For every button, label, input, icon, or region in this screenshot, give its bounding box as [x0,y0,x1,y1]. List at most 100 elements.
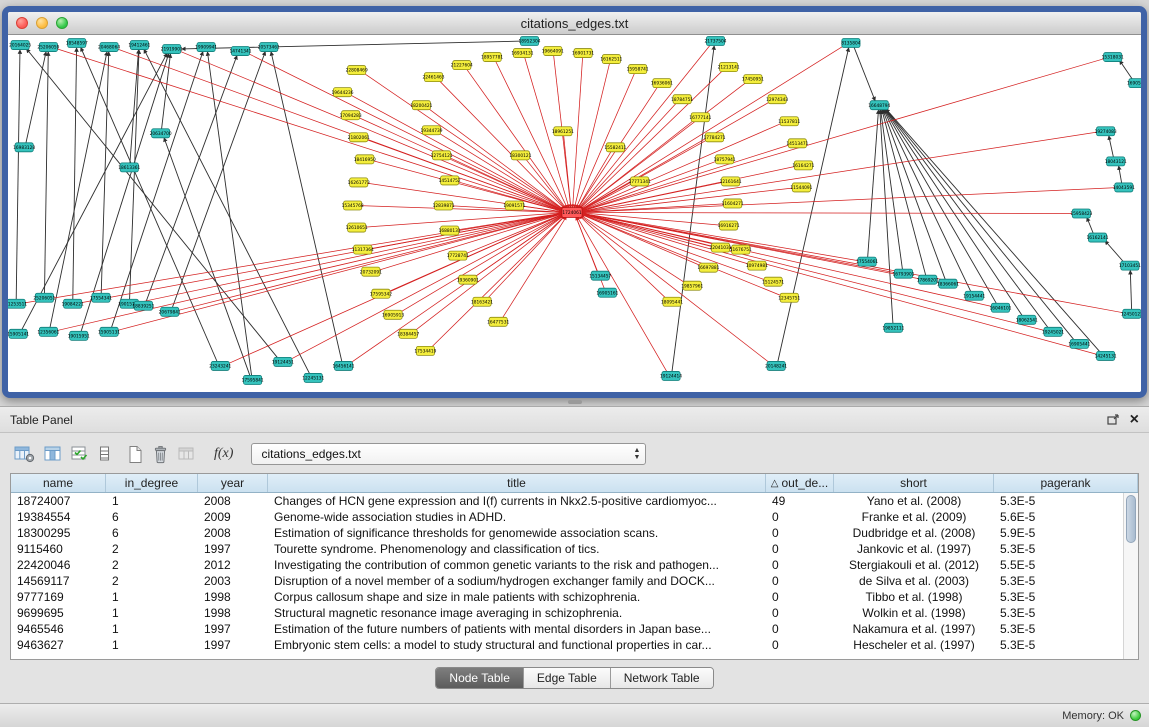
cell-in_degree[interactable]: 2 [106,541,198,557]
graph-node[interactable]: 18416950 [354,155,376,164]
table-row[interactable]: 2242004622012Investigating the contribut… [11,557,1123,573]
graph-node[interactable]: 16648794 [868,101,890,110]
splitter-grip[interactable] [568,400,582,404]
cell-in_degree[interactable]: 2 [106,557,198,573]
column-header-title[interactable]: title [268,474,766,492]
cell-year[interactable]: 1997 [198,637,268,653]
cell-out_de[interactable]: 0 [766,637,834,653]
cell-out_de[interactable]: 0 [766,605,834,621]
float-panel-icon[interactable] [1107,414,1120,426]
graph-node[interactable]: 15318031 [1102,53,1124,62]
cell-title[interactable]: Investigating the contribution of common… [268,557,766,573]
cell-title[interactable]: Disruption of a novel member of a sodium… [268,573,766,589]
graph-node[interactable]: 17728741 [447,251,469,260]
cell-title[interactable]: Corpus callosum shape and size in male p… [268,589,766,605]
cell-title[interactable]: Embryonic stem cells: a model to study s… [268,637,766,653]
graph-node[interactable]: 17534419 [414,346,436,355]
cell-pagerank[interactable]: 5.3E-5 [994,573,1123,589]
cell-in_degree[interactable]: 6 [106,509,198,525]
cell-pagerank[interactable]: 5.3E-5 [994,621,1123,637]
graph-node[interactable]: 16901731 [572,49,594,58]
graph-node[interactable]: 18952304 [519,37,541,46]
cell-pagerank[interactable]: 5.3E-5 [994,493,1123,509]
graph-node[interactable]: 12356061 [37,327,59,336]
table-row[interactable]: 946554611997Estimation of the future num… [11,621,1123,637]
column-header-short[interactable]: short [834,474,994,492]
table-row[interactable]: 1872400712008Changes of HCN gene express… [11,493,1123,509]
tab-node-table[interactable]: Node Table [436,668,523,688]
table-row[interactable]: 911546021997Tourette syndrome. Phenomeno… [11,541,1123,557]
graph-node[interactable]: 19091571 [503,201,525,210]
table-mode-icon[interactable] [14,445,35,463]
cell-out_de[interactable]: 0 [766,621,834,637]
graph-node[interactable]: 12245131 [302,373,324,382]
graph-node[interactable]: 19124451 [272,357,294,366]
cell-short[interactable]: Franke et al. (2009) [834,509,994,525]
graph-node[interactable]: 12974343 [766,95,788,104]
graph-node[interactable]: 15905131 [98,327,120,336]
cell-title[interactable]: Tourette syndrome. Phenomenology and cla… [268,541,766,557]
table-row[interactable]: 969969511998Structural magnetic resonanc… [11,605,1123,621]
graph-node[interactable]: 16983128 [13,143,35,152]
graph-node[interactable]: 18366061 [937,279,959,288]
graph-node[interactable]: 11537811 [778,117,800,126]
cell-short[interactable]: Dudbridge et al. (2008) [834,525,994,541]
graph-node[interactable]: 11676751 [730,245,752,254]
graph-node[interactable]: 16456141 [333,361,355,370]
graph-node[interactable]: 20634700 [150,129,172,138]
cell-name[interactable]: 9777169 [11,589,106,605]
cell-name[interactable]: 9699695 [11,605,106,621]
graph-node[interactable]: 21213141 [718,63,740,72]
graph-node[interactable]: 16261773 [348,178,370,187]
tab-network-table[interactable]: Network Table [610,668,713,688]
window-titlebar[interactable]: citations_edges.txt [8,12,1141,35]
minimize-window-button[interactable] [36,17,48,29]
graph-node-hub[interactable]: 1724061 [562,207,582,217]
graph-node[interactable]: 11604271 [722,199,744,208]
graph-node[interactable]: 16936061 [651,79,673,88]
cell-pagerank[interactable]: 5.3E-5 [994,589,1123,605]
graph-node[interactable]: 18163421 [471,297,493,306]
cell-short[interactable]: Yano et al. (2008) [834,493,994,509]
graph-node[interactable]: 18062541 [1016,315,1038,324]
graph-node[interactable]: 20148241 [765,361,787,370]
graph-node[interactable]: 15345768 [342,201,364,210]
graph-node[interactable]: 21227604 [451,61,473,70]
select-all-icon[interactable] [71,445,90,463]
graph-node[interactable]: 25206059 [37,43,59,52]
cell-out_de[interactable]: 0 [766,509,834,525]
cell-year[interactable]: 1997 [198,621,268,637]
cell-pagerank[interactable]: 5.3E-5 [994,541,1123,557]
cell-name[interactable]: 22420046 [11,557,106,573]
graph-node[interactable]: 18300121 [509,151,531,160]
graph-node[interactable]: 23243241 [209,361,231,370]
cell-in_degree[interactable]: 2 [106,573,198,589]
cell-year[interactable]: 2009 [198,509,268,525]
cell-pagerank[interactable]: 5.9E-5 [994,525,1123,541]
cell-out_de[interactable]: 0 [766,525,834,541]
graph-node[interactable]: 18839251 [132,301,154,310]
graph-node[interactable]: 15905141 [8,329,29,338]
cell-short[interactable]: Nakamura et al. (1997) [834,621,994,637]
network-table-selector[interactable]: citations_edges.txt ▲▼ [251,443,646,465]
graph-node[interactable]: 20679841 [159,307,181,316]
graph-node[interactable]: 19909941 [195,43,217,52]
table-scrollbar[interactable] [1123,493,1138,659]
cell-name[interactable]: 18724007 [11,493,106,509]
table-row[interactable]: 1456911722003Disruption of a novel membe… [11,573,1123,589]
cell-out_de[interactable]: 0 [766,541,834,557]
graph-node[interactable]: 21919901 [161,45,183,54]
graph-node[interactable]: 15134457 [589,271,611,280]
row-tools-icon[interactable] [99,445,110,463]
cell-title[interactable]: Structural magnetic resonance image aver… [268,605,766,621]
graph-node[interactable]: 12754121 [431,151,453,160]
cell-out_de[interactable]: 0 [766,557,834,573]
graph-node[interactable]: 16934131 [511,49,533,58]
graph-node[interactable]: 21737504 [704,37,726,46]
cell-short[interactable]: Hescheler et al. (1997) [834,637,994,653]
graph-node[interactable]: 15124571 [762,277,784,286]
graph-node[interactable]: 11544091 [790,183,812,192]
column-header-out_de[interactable]: △out_de... [766,474,834,492]
graph-node[interactable]: 16777141 [689,113,711,122]
table-row[interactable]: 1830029562008Estimation of significance … [11,525,1123,541]
